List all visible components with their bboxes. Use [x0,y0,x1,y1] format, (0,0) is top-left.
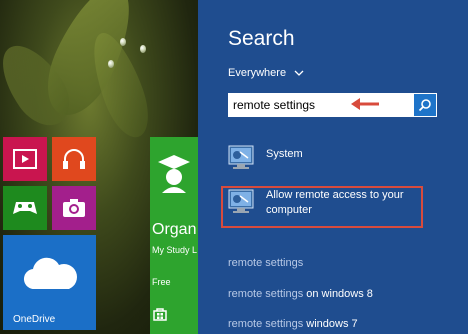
games-tile[interactable] [3,186,47,230]
cloud-icon [23,257,77,290]
video-tile[interactable] [3,137,47,181]
annotation-highlight-box [221,186,423,228]
suggestion-rest: on windows 8 [303,288,373,300]
screen: OneDrive Organ My Study L Free Search Ev… [0,0,468,334]
camera-icon [63,199,85,217]
suggestion-highlight: remote settings [228,318,304,330]
suggestion-highlight: remote settings [228,257,304,269]
annotation-arrow-icon [351,98,379,110]
suggestion-highlight: remote settings [228,288,304,300]
music-tile[interactable] [52,137,96,181]
video-icon [13,149,37,169]
control-panel-icon [228,144,254,170]
onedrive-tile[interactable]: OneDrive [3,235,96,330]
search-result-system[interactable]: System [228,144,303,170]
chevron-down-icon [294,70,304,76]
organizer-tile-title: Organ [152,221,197,238]
organizer-app-tile[interactable]: Organ My Study L Free [150,137,198,334]
game-controller-icon [13,202,37,214]
water-drop [140,45,146,53]
store-icon [153,308,167,321]
search-pane-title: Search [228,27,295,50]
organizer-tile-price: Free [152,277,171,287]
search-suggestion[interactable]: remote settings [228,257,303,269]
search-pane: Search Everywhere remote settings System… [198,0,468,334]
onedrive-tile-label: OneDrive [13,314,56,325]
suggestion-rest: windows 7 [303,318,358,330]
search-suggestion[interactable]: remote settings windows 7 [228,318,358,330]
camera-tile[interactable] [52,186,96,230]
search-icon [418,99,431,112]
search-scope-label: Everywhere [228,67,287,79]
water-drop [120,38,126,46]
search-result-label: System [266,148,303,160]
search-scope-dropdown[interactable]: Everywhere [228,67,304,79]
headphones-icon [63,149,85,169]
water-drop [108,60,114,68]
search-button[interactable] [413,93,437,117]
graduate-icon [158,155,190,193]
search-box [228,93,437,117]
search-suggestion[interactable]: remote settings on windows 8 [228,288,373,300]
organizer-tile-subtitle: My Study L [152,245,198,255]
